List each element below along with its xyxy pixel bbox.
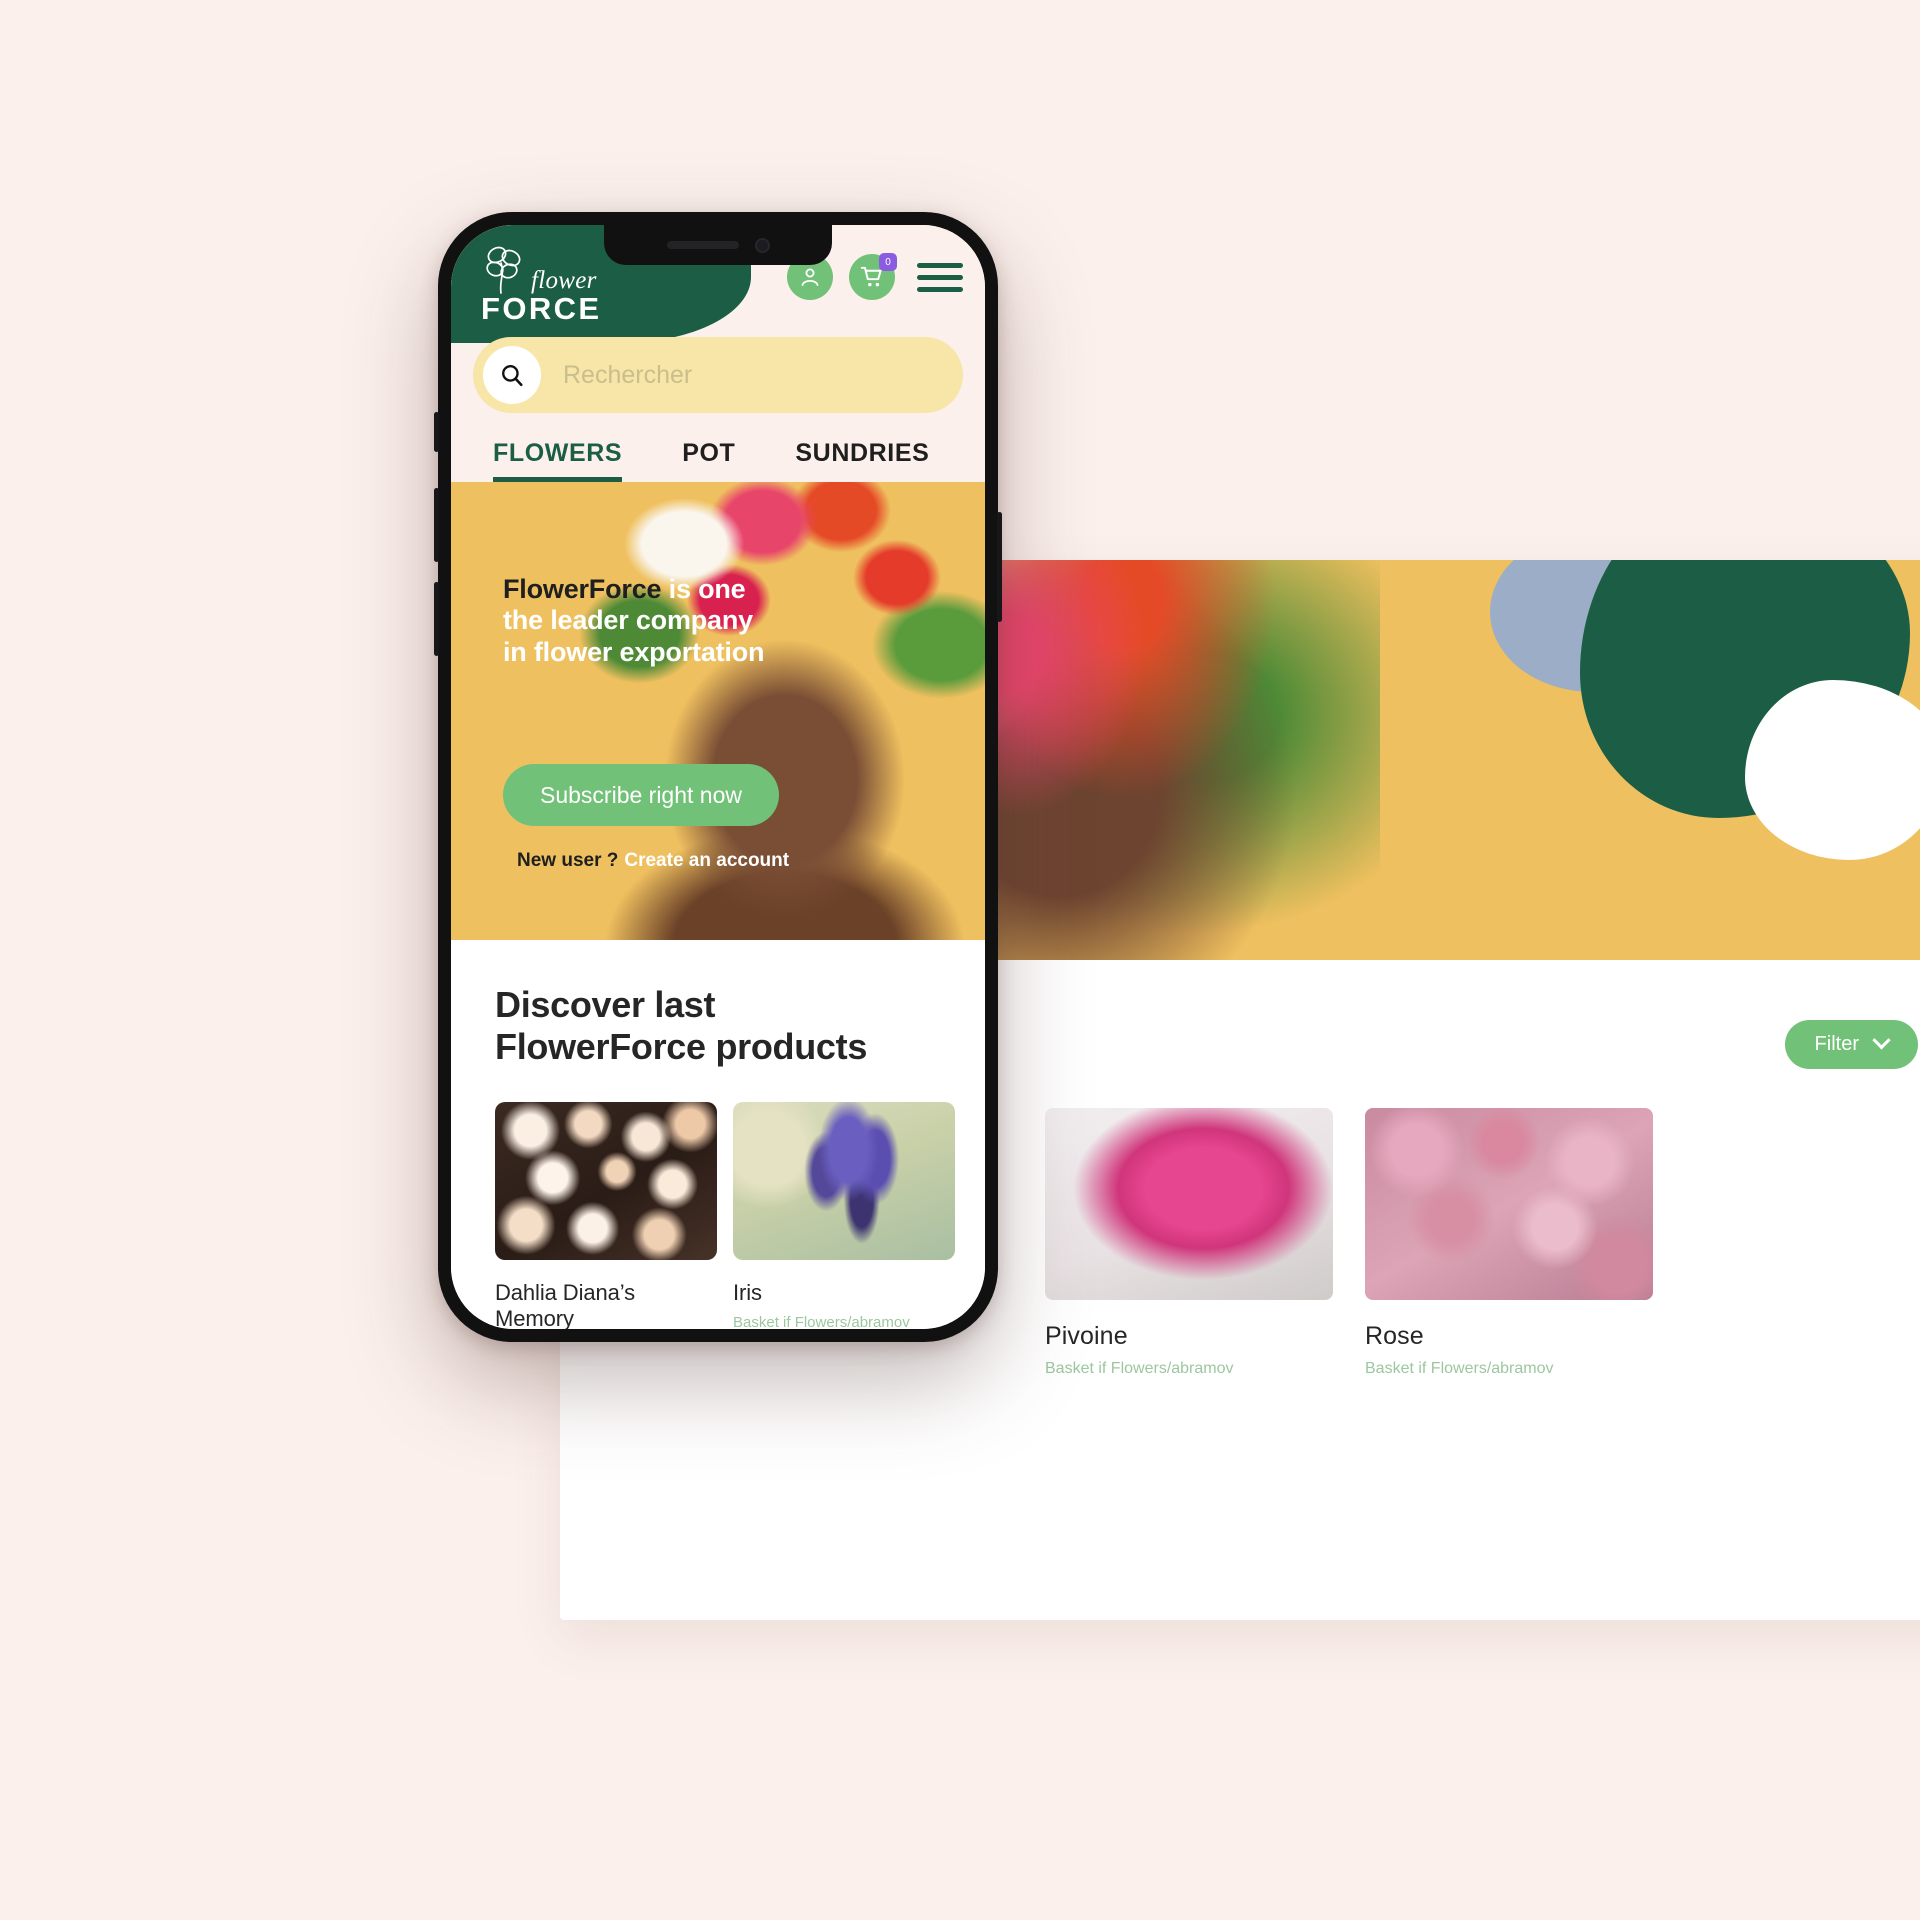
product-card[interactable]: Iris Basket if Flowers/abramov (733, 1101, 955, 1330)
discover-title-line2: FlowerForce products (495, 1025, 868, 1067)
product-card[interactable]: Rose Basket if Flowers/abramov (1365, 1108, 1653, 1378)
user-icon (801, 268, 819, 286)
create-account-link[interactable]: Create an account (624, 850, 789, 871)
phone-mute-switch (434, 412, 439, 452)
hero-brand-name: FlowerForce (503, 574, 662, 604)
product-grid: Dahlia Diana’s Memory Basket if Flowers/… (495, 1101, 985, 1330)
product-subtitle: Basket if Flowers/abramov (1045, 1360, 1234, 1377)
filter-label: Filter (1814, 1033, 1859, 1055)
product-name: Dahlia Diana’s Memory (495, 1279, 636, 1330)
filter-button[interactable]: Filter (1784, 1020, 1918, 1069)
chevron-down-icon (1872, 1031, 1891, 1050)
tab-sundries[interactable]: SUNDRIES (795, 439, 929, 482)
new-user-label: New user ? (517, 850, 619, 871)
phone-volume-down-button (434, 582, 439, 656)
cart-button[interactable]: 0 (849, 253, 897, 300)
product-name: Pivoine (1045, 1322, 1128, 1350)
product-image (1365, 1108, 1653, 1300)
product-subtitle: Basket if Flowers/abramov (733, 1313, 910, 1330)
hamburger-menu-icon[interactable] (917, 262, 963, 292)
logo-word-force: FORCE (481, 291, 602, 326)
phone-mockup: flower FORCE 0 Rechercher FLOWERS POT SU… (434, 212, 1002, 1342)
product-card[interactable]: Dahlia Diana’s Memory Basket if Flowers/… (495, 1101, 717, 1330)
tab-flowers[interactable]: FLOWERS (493, 439, 623, 482)
discover-title: Discover last FlowerForce products (495, 984, 985, 1068)
search-bar[interactable] (473, 337, 963, 413)
decorative-blob-white-flower (1745, 680, 1920, 860)
phone-screen: flower FORCE 0 Rechercher FLOWERS POT SU… (451, 225, 985, 1329)
tab-pot[interactable]: POT (682, 439, 735, 482)
discover-title-line1: Discover last (495, 984, 716, 1025)
desktop-product-grid: Pivoine Basket if Flowers/abramov Rose B… (1045, 1108, 1653, 1378)
category-tabs: FLOWERS POT SUNDRIES (451, 413, 985, 482)
product-name: Iris (733, 1279, 762, 1305)
subscribe-button[interactable]: Subscribe right now (503, 764, 779, 826)
hero-line1-rest: is one (661, 574, 746, 604)
front-camera (754, 237, 770, 253)
cart-badge: 0 (879, 253, 897, 271)
product-card[interactable]: Pivoine Basket if Flowers/abramov (1045, 1108, 1333, 1378)
product-image (1045, 1108, 1333, 1300)
search-input[interactable] (541, 360, 963, 390)
product-subtitle: Basket if Flowers/abramov (1365, 1360, 1554, 1377)
product-image (495, 1101, 717, 1260)
product-name: Rose (1365, 1322, 1424, 1350)
hero-copy: FlowerForce is one the leader company in… (503, 574, 803, 668)
discover-section: Discover last FlowerForce products Dahli… (451, 940, 985, 1329)
new-user-row: New user ? Create an account (517, 850, 789, 872)
search-button[interactable] (483, 346, 541, 404)
phone-power-button (997, 512, 1002, 622)
hero-line2: the leader company (503, 605, 753, 636)
flower-logo-icon (486, 246, 521, 294)
product-image (733, 1101, 955, 1260)
search-section (451, 337, 985, 413)
phone-volume-up-button (434, 488, 439, 562)
search-icon (502, 365, 523, 387)
phone-notch (604, 225, 832, 265)
earpiece-speaker (666, 241, 739, 249)
hero-banner: FlowerForce is one the leader company in… (451, 482, 985, 940)
hero-line3: in flower exportation (503, 636, 765, 667)
